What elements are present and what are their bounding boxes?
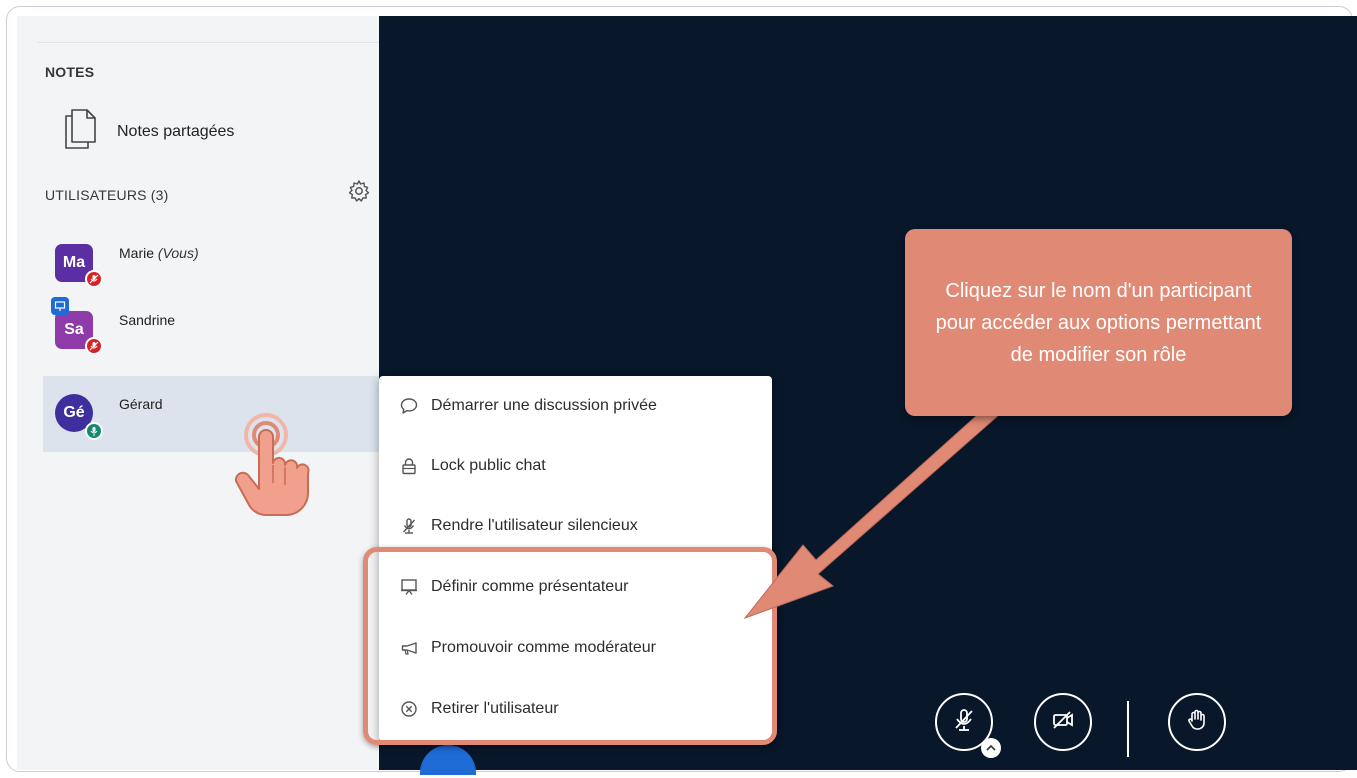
sidebar: NOTES Notes partagées UTILISATEURS (3) M…: [17, 16, 379, 770]
user-item-sandrine[interactable]: Sa Sandrine: [43, 297, 379, 363]
menu-item-label: Rendre l'utilisateur silencieux: [431, 517, 638, 534]
menu-item-label: Retirer l'utilisateur: [431, 700, 559, 717]
callout-text: Cliquez sur le nom d'un participant pour…: [935, 279, 1262, 366]
menu-item-mute-user[interactable]: Rendre l'utilisateur silencieux: [379, 496, 772, 556]
user-context-menu: Démarrer une discussion privée Lock publ…: [379, 376, 772, 742]
chevron-up-icon[interactable]: [981, 738, 1001, 758]
user-item-gerard[interactable]: Gé Gérard: [43, 376, 379, 452]
menu-item-private-chat[interactable]: Démarrer une discussion privée: [379, 376, 772, 436]
presentation-icon: [399, 577, 419, 597]
users-section-label: UTILISATEURS (3): [45, 187, 169, 203]
menu-item-label: Démarrer une discussion privée: [431, 397, 657, 414]
notes-section-label: NOTES: [45, 64, 95, 80]
close-circle-icon: [399, 699, 419, 719]
mic-muted-icon: [85, 337, 103, 355]
user-item-marie[interactable]: Ma Marie (Vous): [43, 230, 379, 296]
user-name: Sandrine: [119, 312, 176, 328]
gear-icon[interactable]: [347, 179, 371, 203]
camera-button[interactable]: [1034, 693, 1092, 751]
mic-icon: [85, 422, 103, 440]
presenter-icon: [51, 297, 69, 315]
lock-icon: [399, 456, 419, 476]
user-name: Marie (Vous): [119, 245, 199, 261]
user-name: Gérard: [119, 396, 163, 412]
camera-off-icon: [1050, 707, 1076, 738]
menu-item-promote-moderator[interactable]: Promouvoir comme modérateur: [379, 618, 772, 678]
mic-muted-icon: [399, 516, 419, 536]
raise-hand-button[interactable]: [1168, 693, 1226, 751]
divider: [37, 42, 379, 43]
menu-item-label: Promouvoir comme modérateur: [431, 639, 656, 656]
menu-item-remove-user[interactable]: Retirer l'utilisateur: [379, 679, 772, 739]
raise-hand-icon: [1184, 707, 1210, 738]
menu-item-make-presenter[interactable]: Définir comme présentateur: [379, 557, 772, 617]
menu-item-label: Lock public chat: [431, 457, 546, 474]
chat-bubble-icon: [399, 396, 419, 416]
mic-muted-icon: [951, 707, 977, 738]
shared-notes-label: Notes partagées: [117, 122, 235, 140]
mic-muted-icon: [85, 270, 103, 288]
instruction-callout: Cliquez sur le nom d'un participant pour…: [905, 229, 1292, 416]
shared-notes-item[interactable]: Notes partagées: [63, 108, 234, 155]
menu-item-label: Définir comme présentateur: [431, 578, 629, 595]
divider: [1127, 701, 1129, 757]
pointing-hand-icon: [226, 405, 316, 523]
menu-item-lock-chat[interactable]: Lock public chat: [379, 436, 772, 496]
document-icon: [63, 108, 97, 155]
user-name-suffix: (Vous): [157, 245, 199, 261]
megaphone-icon: [399, 638, 419, 658]
